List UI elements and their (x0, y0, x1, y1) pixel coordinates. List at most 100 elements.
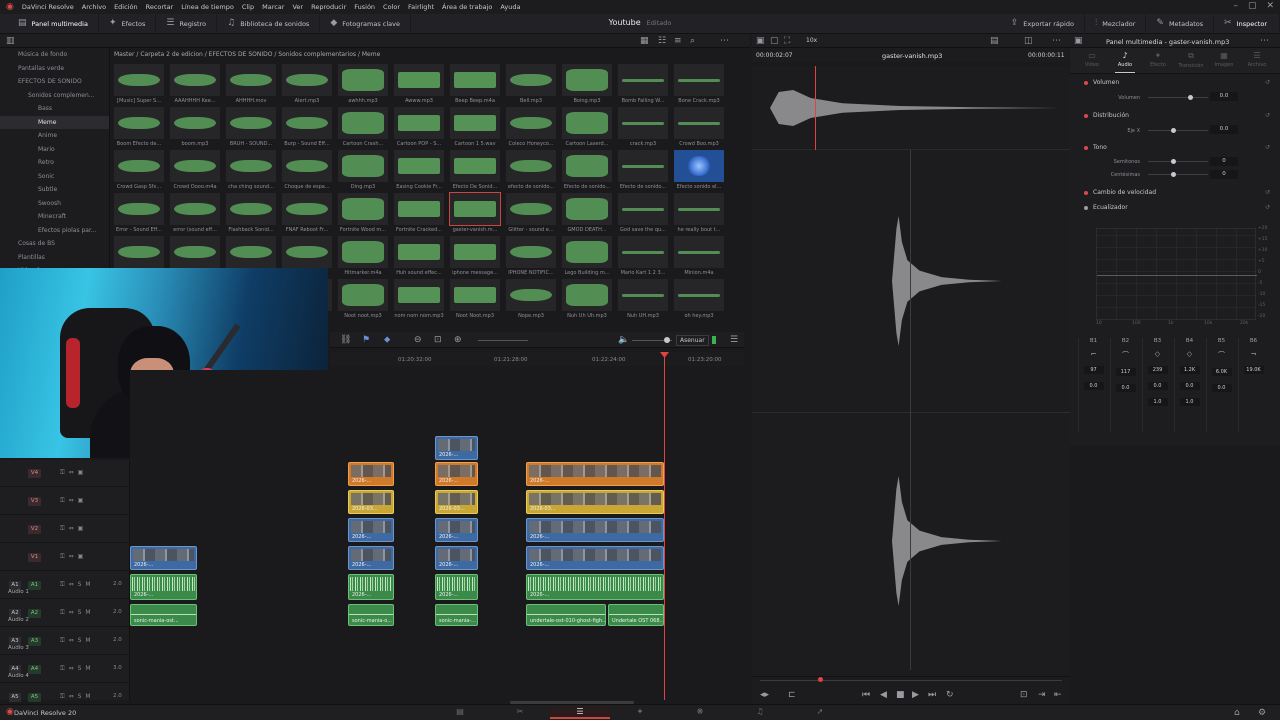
video-clip[interactable]: 2026-... (348, 546, 394, 570)
reset-speed-icon[interactable]: ↺ (1265, 189, 1270, 196)
ducking-button[interactable]: Asenuar (676, 335, 709, 346)
inspector-panel-icon[interactable]: ▣ (1074, 37, 1083, 46)
filter-shape-icon[interactable]: ⌐ (1079, 350, 1108, 358)
quick-export-button[interactable]: ⇪ Exportar rápido (1001, 13, 1085, 34)
page-fairlight[interactable]: ♫ (730, 707, 790, 719)
media-clip[interactable]: Bell.mp3 (506, 64, 556, 105)
media-clip[interactable]: Noot Noot.mp3 (450, 279, 500, 320)
reset-pan-icon[interactable]: ↺ (1265, 112, 1270, 119)
media-clip[interactable]: he really bout t... (674, 193, 724, 234)
media-clip[interactable]: Huh sound effec... (394, 236, 444, 277)
sidebar-item[interactable]: Anime (0, 129, 109, 143)
track-id[interactable]: V1 (28, 553, 41, 562)
skip-start-icon[interactable]: ⏮ (862, 691, 870, 700)
media-clip[interactable]: BRUH - SOUND... (226, 107, 276, 148)
section-enabled-dot[interactable] (1084, 205, 1088, 210)
band-freq[interactable]: 6.0K (1211, 368, 1232, 376)
sort-icon[interactable]: ≡ (674, 37, 682, 46)
track-id[interactable]: A5 (28, 693, 41, 702)
grid-view-icon[interactable]: ☷ (658, 37, 666, 46)
audio-clip[interactable]: sonic-mania-... (435, 604, 478, 626)
panel-toggle-icon[interactable]: ▥ (6, 37, 15, 46)
minimize-icon[interactable]: – (1233, 2, 1238, 11)
timeline-tracks[interactable]: 2026-... 2026-03... 2026-... 2026-... 2026-.… (130, 370, 744, 700)
media-clip[interactable]: nom nom nom.mp3 (394, 279, 444, 320)
equalizer-graph[interactable] (1096, 228, 1257, 320)
menu-color[interactable]: Color (383, 3, 400, 11)
media-clip[interactable]: FNAF Reboot Fr... (282, 193, 332, 234)
volume-knob[interactable] (1188, 95, 1193, 100)
list-view-icon[interactable]: ▦ (640, 37, 649, 46)
search-icon[interactable]: ⌕ (690, 37, 695, 46)
dual-viewer-icon[interactable]: ▢ (770, 37, 779, 46)
media-clip[interactable]: Awww.mp3 (394, 64, 444, 105)
flag-icon[interactable]: ⚑ (362, 336, 370, 345)
step-back-icon[interactable]: ◀ (880, 691, 887, 700)
menu-edicion[interactable]: Edición (114, 3, 138, 11)
media-clip[interactable]: Easing Cookie Fr... (394, 150, 444, 191)
track-controls-icons[interactable]: ⚿⇔SM (60, 665, 95, 673)
sidebar-item[interactable]: Efectos piolas par... (0, 224, 109, 238)
audio-clip[interactable]: 2026-... (435, 574, 478, 600)
menu-fusion[interactable]: Fusión (354, 3, 375, 11)
zoom-in-icon[interactable]: ⊕ (454, 336, 462, 345)
media-clip[interactable]: boom.mp3 (170, 107, 220, 148)
media-clip[interactable]: Efecto sonido el... (674, 150, 724, 191)
media-clip[interactable]: Mario Kart 1 2 3... (618, 236, 668, 277)
menu-clip[interactable]: Clip (242, 3, 254, 11)
video-clip[interactable]: 2026-... (348, 518, 394, 542)
track-controls-icons[interactable]: ⚿⇔▣ (60, 469, 87, 477)
keyframes-button[interactable]: ◆ Fotogramas clave (320, 13, 412, 34)
mark-out-icon[interactable]: ⇤ (1054, 691, 1062, 700)
track-id[interactable]: V2 (28, 525, 41, 534)
cents-slider[interactable] (1148, 174, 1208, 175)
media-clip[interactable]: crack.mp3 (618, 107, 668, 148)
mark-in-icon[interactable]: ⇥ (1038, 691, 1046, 700)
tab-transition[interactable]: ⧉ Transición (1175, 51, 1207, 69)
video-clip[interactable]: 2026-03... (435, 490, 478, 514)
page-deliver[interactable]: ➚ (790, 707, 850, 719)
media-clip[interactable]: Noot noot.mp3 (338, 279, 388, 320)
sidebar-item[interactable]: Mario (0, 143, 109, 157)
media-clip[interactable]: Crowd Oooo.m4a (170, 150, 220, 191)
more-options-icon[interactable]: ⋯ (720, 37, 729, 46)
viewer-layout-icon[interactable]: ▣ (756, 37, 765, 46)
volume-value[interactable]: 0.0 (1210, 92, 1238, 101)
audio-clip[interactable]: 2026-... (348, 574, 394, 600)
media-clip[interactable]: Nuh UH.mp3 (618, 279, 668, 320)
tab-audio[interactable]: ♪ Audio (1109, 51, 1141, 68)
cents-knob[interactable] (1171, 172, 1176, 177)
media-clip[interactable]: Burp - Sound Eff... (282, 107, 332, 148)
video-clip[interactable]: 2026-... (130, 546, 197, 570)
volume-slider[interactable] (1148, 97, 1208, 98)
media-clip[interactable]: Choque de espa... (282, 150, 332, 191)
filter-shape-icon[interactable]: ¬ (1239, 350, 1268, 358)
menu-marcar[interactable]: Marcar (262, 3, 284, 11)
video-clip[interactable]: 2026-... (526, 546, 664, 570)
media-clip[interactable]: Beep Beep.m4a (450, 64, 500, 105)
band-gain[interactable]: 0.0 (1115, 384, 1136, 392)
track-controls-icons[interactable]: ⚿⇔SM (60, 609, 95, 617)
media-clip[interactable]: Fortnite Cracked... (394, 193, 444, 234)
menu-area-de-trabajo[interactable]: Área de trabajo (442, 3, 492, 11)
track-volume[interactable]: 3.0 (113, 665, 122, 671)
media-clip[interactable]: Bone Crack.mp3 (674, 64, 724, 105)
band-gain[interactable]: 0.0 (1211, 384, 1232, 392)
menu-reproducir[interactable]: Reproducir (311, 3, 346, 11)
close-icon[interactable]: ✕ (1266, 2, 1274, 11)
viewer-split-icon[interactable]: ◫ (1024, 37, 1033, 46)
page-media[interactable]: ▤ (430, 707, 490, 719)
semitones-value[interactable]: 0 (1210, 157, 1238, 166)
band-freq[interactable]: 97 (1083, 366, 1104, 374)
video-clip[interactable]: 2026-... (435, 546, 478, 570)
sidebar-item[interactable]: Pantallas verde (0, 62, 109, 76)
audio-clip[interactable]: 2026-... (526, 574, 664, 600)
track-controls-icons[interactable]: ⚿⇔▣ (60, 525, 87, 533)
effects-button[interactable]: ✦ Efectos (99, 13, 157, 34)
section-enabled-dot[interactable] (1084, 80, 1088, 85)
media-clip[interactable]: Alert.mp3 (282, 64, 332, 105)
track-id[interactable]: A4 (28, 665, 41, 674)
band-gain[interactable]: 0.0 (1147, 382, 1168, 390)
pan-value[interactable]: 0.0 (1210, 125, 1238, 134)
volume-slider-knob[interactable] (664, 337, 670, 343)
